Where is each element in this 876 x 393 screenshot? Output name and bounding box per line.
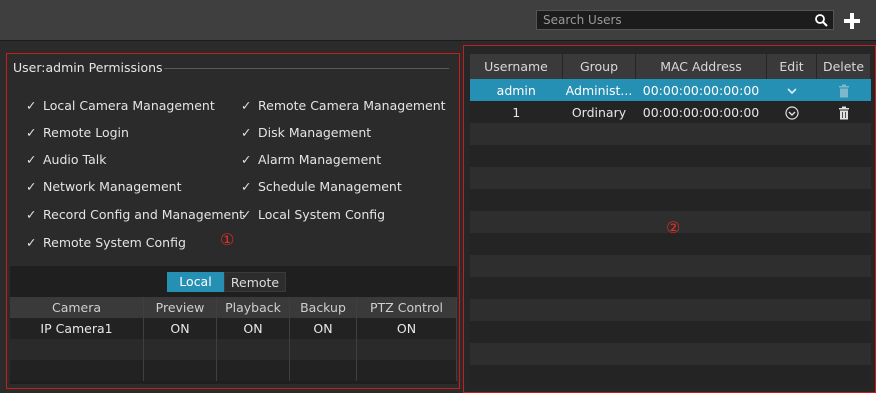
table-row-empty <box>470 123 871 145</box>
tab-local[interactable]: Local <box>167 272 224 292</box>
table-row-empty <box>10 360 457 381</box>
delete-button[interactable] <box>816 101 871 123</box>
table-row-empty <box>470 299 871 321</box>
col-edit: Edit <box>766 54 817 79</box>
check-icon: ✓ <box>241 207 252 222</box>
table-header-row: Username Group MAC Address Edit Delete <box>470 54 871 79</box>
annotation-marker-1: ① <box>220 230 235 249</box>
top-bar <box>0 0 876 41</box>
check-icon: ✓ <box>26 235 37 250</box>
table-row[interactable]: admin Administ... 00:00:00:00:00:00 <box>470 79 871 101</box>
preview-value[interactable]: ON <box>143 318 217 339</box>
mac-address: 00:00:00:00:00:00 <box>635 101 767 123</box>
plus-icon <box>844 13 860 29</box>
col-ptz-control: PTZ Control <box>356 297 457 318</box>
edit-button[interactable] <box>766 101 817 123</box>
tab-remote[interactable]: Remote <box>224 272 286 292</box>
perm-disk-management: ✓ Disk Management <box>241 125 372 140</box>
perm-remote-login: ✓ Remote Login <box>26 125 129 140</box>
col-username: Username <box>470 54 563 79</box>
camera-name: IP Camera1 <box>10 318 144 339</box>
trash-icon <box>838 106 849 120</box>
check-icon: ✓ <box>241 152 252 167</box>
table-row-empty <box>470 255 871 277</box>
perm-local-system-config: ✓ Local System Config <box>241 207 386 222</box>
search-input[interactable] <box>536 10 834 30</box>
permissions-title: User:admin Permissions <box>13 60 163 75</box>
table-row-empty <box>470 277 871 299</box>
perm-record-config: ✓ Record Config and Management <box>26 207 245 222</box>
table-row[interactable]: 1 Ordinary 00:00:00:00:00:00 <box>470 101 871 123</box>
perm-remote-system-config: ✓ Remote System Config <box>26 235 186 250</box>
permissions-panel: User:admin Permissions ✓ Local Camera Man… <box>6 53 460 389</box>
chevron-down-icon <box>786 88 797 94</box>
check-icon: ✓ <box>241 125 252 140</box>
col-camera: Camera <box>10 297 144 318</box>
camera-table: Camera Preview Playback Backup PTZ Contr… <box>10 297 457 381</box>
camera-permissions: Local Remote Camera Preview Playback Bac… <box>10 266 457 384</box>
table-row-empty <box>470 343 871 365</box>
col-backup: Backup <box>289 297 357 318</box>
title-divider <box>164 68 449 69</box>
table-row-empty <box>470 365 871 387</box>
playback-value[interactable]: ON <box>216 318 290 339</box>
check-icon: ✓ <box>26 179 37 194</box>
search-button[interactable] <box>810 10 834 30</box>
col-group: Group <box>562 54 636 79</box>
user-list-panel: Username Group MAC Address Edit Delete a… <box>463 45 876 393</box>
group: Ordinary <box>562 101 636 123</box>
perm-schedule-management: ✓ Schedule Management <box>241 179 402 194</box>
table-row-empty <box>470 145 871 167</box>
add-user-button[interactable] <box>840 9 864 33</box>
perm-local-camera-management: ✓ Local Camera Management <box>26 98 215 113</box>
trash-icon <box>838 84 849 98</box>
check-icon: ✓ <box>241 179 252 194</box>
check-icon: ✓ <box>241 98 252 113</box>
ptz-value[interactable]: ON <box>356 318 457 339</box>
perm-audio-talk: ✓ Audio Talk <box>26 152 107 167</box>
group: Administ... <box>562 79 636 101</box>
col-mac-address: MAC Address <box>635 54 767 79</box>
search-bar <box>536 10 866 32</box>
perm-alarm-management: ✓ Alarm Management <box>241 152 382 167</box>
check-icon: ✓ <box>26 152 37 167</box>
username: admin <box>470 79 563 101</box>
table-row-empty <box>10 339 457 360</box>
table-row-empty <box>470 189 871 211</box>
backup-value[interactable]: ON <box>289 318 357 339</box>
chevron-down-icon <box>784 106 799 120</box>
table-header-row: Camera Preview Playback Backup PTZ Contr… <box>10 297 457 318</box>
annotation-marker-2: ② <box>666 218 681 237</box>
check-icon: ✓ <box>26 125 37 140</box>
col-delete: Delete <box>816 54 871 79</box>
perm-remote-camera-management: ✓ Remote Camera Management <box>241 98 446 113</box>
col-playback: Playback <box>216 297 290 318</box>
username: 1 <box>470 101 563 123</box>
perm-network-management: ✓ Network Management <box>26 179 182 194</box>
check-icon: ✓ <box>26 98 37 113</box>
edit-button[interactable] <box>766 79 817 101</box>
table-row[interactable]: IP Camera1 ON ON ON ON <box>10 318 457 339</box>
check-icon: ✓ <box>26 207 37 222</box>
col-preview: Preview <box>143 297 217 318</box>
table-row-empty <box>470 321 871 343</box>
mac-address: 00:00:00:00:00:00 <box>635 79 767 101</box>
table-row-empty <box>470 167 871 189</box>
delete-button[interactable] <box>816 79 871 101</box>
search-icon <box>815 14 828 27</box>
